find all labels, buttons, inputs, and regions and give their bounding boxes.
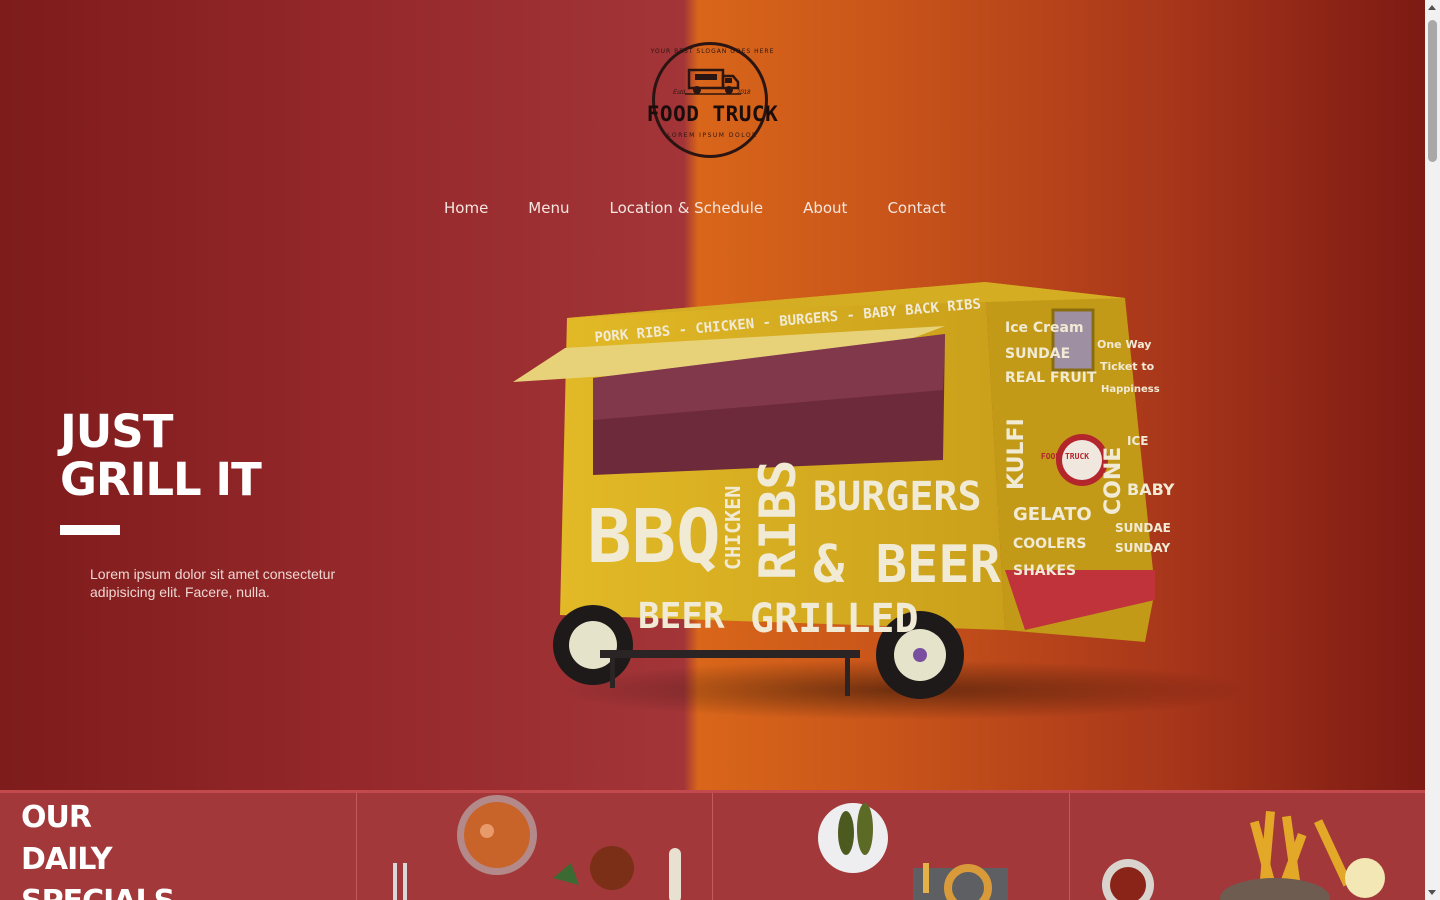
truck-badge: FOOD TRUCK <box>1041 452 1089 461</box>
truck-bbq: BBQ <box>587 494 721 580</box>
headline-underline <box>60 525 120 535</box>
truck-side-right-6: SUNDAE <box>1115 521 1171 535</box>
nav-menu[interactable]: Menu <box>528 199 569 217</box>
truck-side-left-1: SUNDAE <box>1005 346 1070 362</box>
truck-side-left-4: GELATO <box>1013 504 1092 525</box>
scroll-up-arrow-icon[interactable] <box>1428 5 1436 10</box>
food-truck-logo[interactable]: YOUR BEST SLOGAN GOES HERE Estd 2018 FOO… <box>645 40 780 160</box>
logo-emblem <box>652 42 768 158</box>
truck-side-right-2: Happiness <box>1101 384 1160 395</box>
special-card-drink[interactable] <box>357 793 713 900</box>
truck-side-left-6: SHAKES <box>1013 563 1076 579</box>
truck-side-left-0: Ice Cream <box>1005 320 1084 336</box>
drink-spices-image <box>392 795 681 900</box>
logo-subtitle: LOREM IPSUM DOLOR <box>667 132 758 139</box>
truck-side-left-3: KULFI <box>1004 418 1029 490</box>
truck-side-left-2: REAL FRUIT <box>1005 370 1097 386</box>
truck-beer: BEER <box>638 596 725 637</box>
hero-section: YOUR BEST SLOGAN GOES HERE Estd 2018 FOO… <box>0 0 1425 790</box>
truck-ribs: RIBS <box>749 460 807 580</box>
food-truck-image: PORK RIBS - CHICKEN - BURGERS - BABY BAC… <box>513 282 1245 720</box>
truck-side-left-5: COOLERS <box>1013 536 1086 552</box>
truck-icon <box>685 68 741 95</box>
logo-slogan: YOUR BEST SLOGAN GOES HERE <box>650 48 775 55</box>
logo-year: 2018 <box>737 90 751 96</box>
truck-grilled: GRILLED <box>750 596 919 642</box>
main-nav: Home Menu Location & Schedule About Cont… <box>444 199 946 217</box>
page-scrollbar[interactable] <box>1425 0 1440 900</box>
truck-side-right-1: Ticket to <box>1100 360 1155 373</box>
nav-location-schedule[interactable]: Location & Schedule <box>609 199 763 217</box>
specials-title: OUR DAILY SPECIALS <box>21 797 175 900</box>
scroll-down-arrow-icon[interactable] <box>1428 890 1436 895</box>
truck-side-right-0: One Way <box>1097 338 1151 351</box>
hero-lead-text: Lorem ipsum dolor sit amet consectetur a… <box>90 566 336 600</box>
logo-estd: Estd <box>673 90 686 96</box>
truck-side-right-5: BABY <box>1127 480 1175 499</box>
daily-specials-strip: OUR DAILY SPECIALS <box>0 790 1425 900</box>
truck-side-right-4: ICE <box>1127 434 1148 448</box>
truck-and-beer: & BEER <box>813 535 1002 595</box>
hero-headline: JUST GRILL IT <box>60 405 262 506</box>
special-card-fries[interactable] <box>1070 793 1426 900</box>
specials-title-line-1: OUR <box>21 800 92 835</box>
scroll-thumb[interactable] <box>1428 20 1437 162</box>
logo-title: FOOD TRUCK <box>646 102 779 126</box>
truck-side-right-3: CONE <box>1101 447 1126 515</box>
nav-home[interactable]: Home <box>444 199 488 217</box>
special-card-onion-rings[interactable] <box>713 793 1070 900</box>
fries-image <box>1101 811 1385 900</box>
nav-contact[interactable]: Contact <box>887 199 945 217</box>
specials-title-line-2: DAILY <box>21 842 112 877</box>
headline-line-2: GRILL IT <box>60 453 262 506</box>
truck-burgers: BURGERS <box>813 474 982 520</box>
truck-chicken: CHICKEN <box>721 486 745 570</box>
pickles-rings-image <box>818 803 1008 900</box>
headline-line-1: JUST <box>60 405 173 458</box>
specials-title-line-3: SPECIALS <box>21 881 175 900</box>
specials-title-cell: OUR DAILY SPECIALS <box>0 793 357 900</box>
nav-about[interactable]: About <box>803 199 847 217</box>
truck-side-right-7: SUNDAY <box>1115 541 1171 555</box>
